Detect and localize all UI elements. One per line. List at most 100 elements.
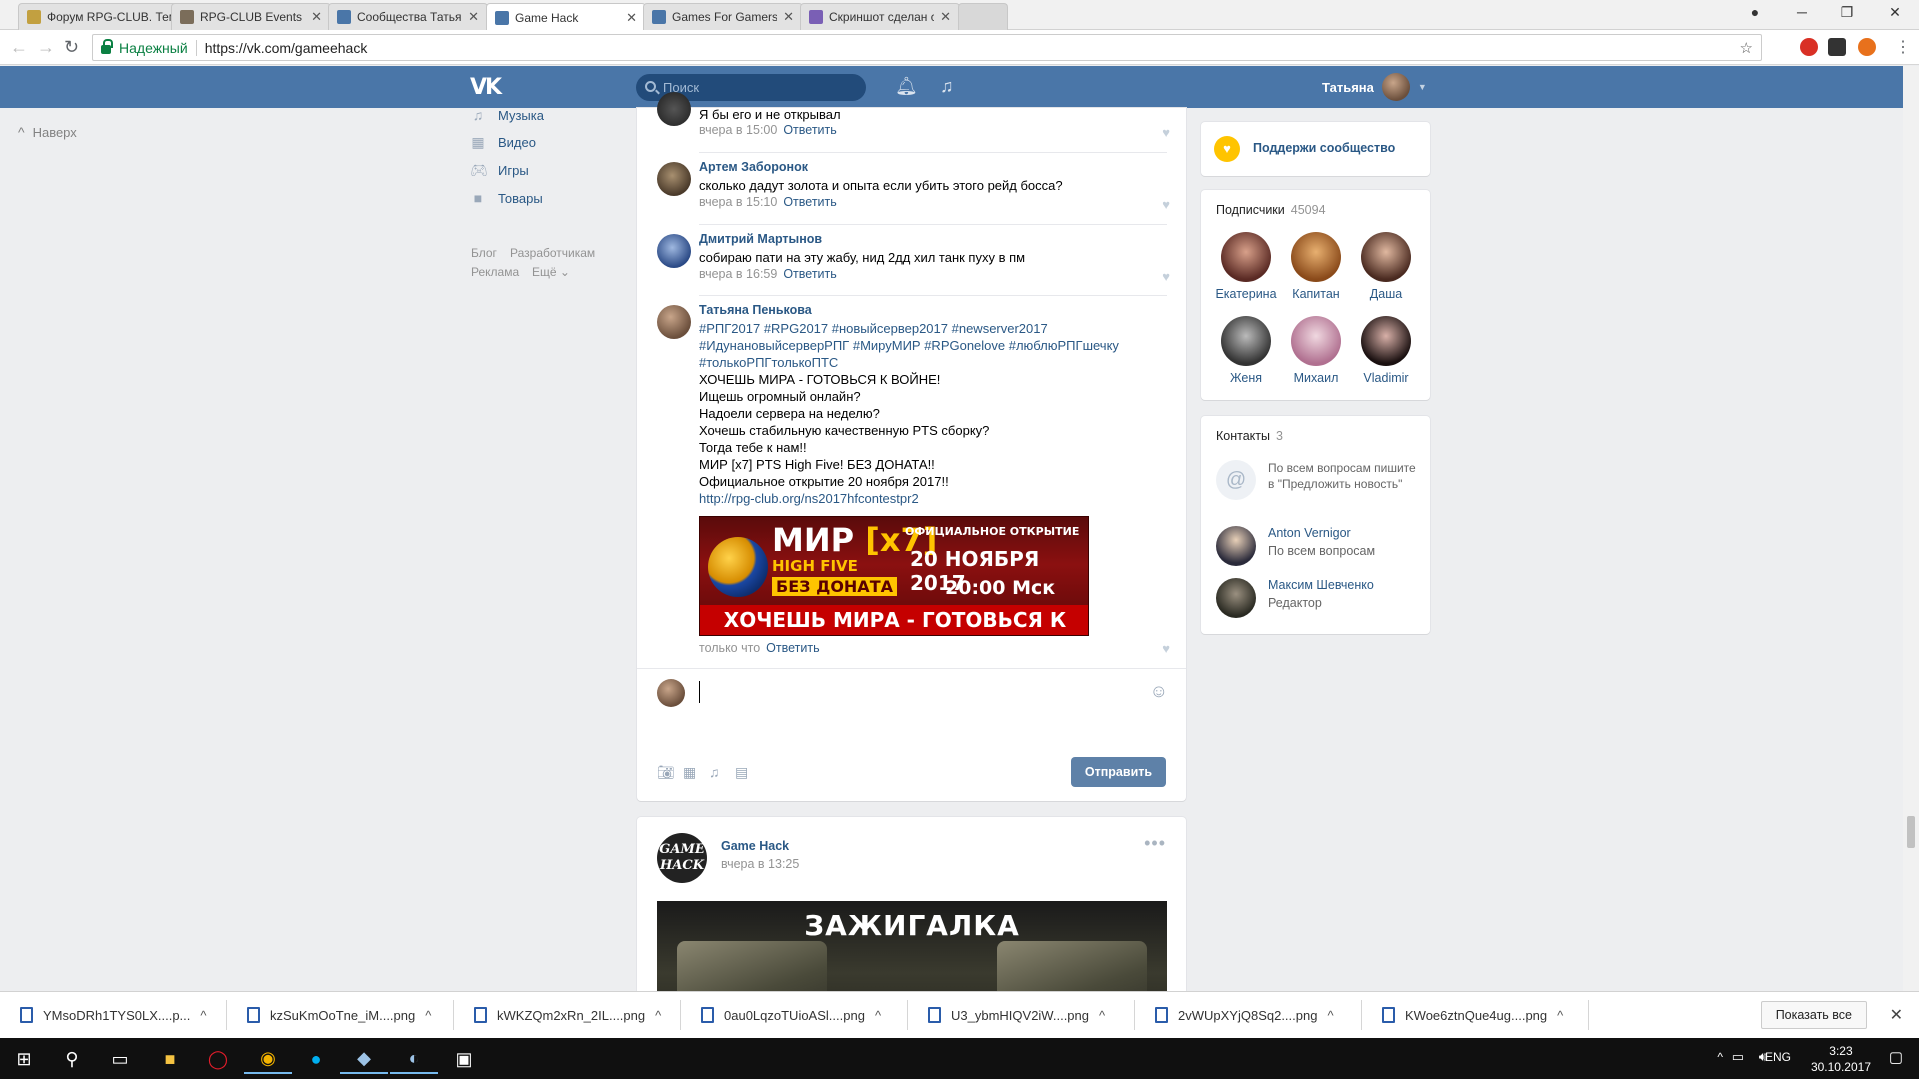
chevron-up-icon[interactable]: ^	[875, 1008, 881, 1023]
video-editor-icon[interactable]: ▣	[440, 1044, 488, 1074]
menu-dots-icon[interactable]: ⋮	[1895, 37, 1911, 57]
more-options-icon[interactable]: •••	[1144, 833, 1166, 854]
network-icon[interactable]: ▭	[1732, 1049, 1744, 1065]
members-header[interactable]: Подписчики 45094	[1216, 203, 1326, 217]
vk-logo-icon[interactable]: VK	[470, 75, 506, 100]
task-view-icon[interactable]: ▭	[96, 1044, 144, 1074]
music-attach-icon[interactable]: ♫	[709, 764, 720, 780]
like-heart-icon[interactable]: ♥	[1162, 269, 1170, 284]
comment-author[interactable]: Дмитрий Мартынов	[699, 232, 822, 246]
footer-link-more[interactable]: Ещё ⌄	[532, 265, 570, 279]
download-item[interactable]: 2vWUpXYjQ8Sq2....png ^	[1135, 1000, 1362, 1030]
emoji-icon[interactable]: ☺	[1150, 681, 1168, 702]
scrollbar-thumb[interactable]	[1907, 816, 1915, 848]
close-window-icon[interactable]: ✕	[1880, 4, 1910, 21]
member-item[interactable]: Vladimir	[1351, 316, 1421, 385]
camera-icon[interactable]: 📷︎	[657, 764, 675, 781]
contact-item[interactable]: @ По всем вопросам пишите в "Предложить …	[1216, 460, 1421, 510]
download-item[interactable]: kWKZQm2xRn_2IL....png ^	[454, 1000, 681, 1030]
hashtags-line-2[interactable]: #ИдунановыйсерверРПГ #МируМИР #RPGonelov…	[699, 337, 1119, 354]
download-item[interactable]: kzSuKmOoTne_iM....png ^	[227, 1000, 454, 1030]
comment-time[interactable]: вчера в 16:59	[699, 267, 777, 281]
nav-item-games[interactable]: 🎮︎ Игры	[470, 160, 529, 180]
post-time[interactable]: вчера в 13:25	[721, 857, 799, 871]
close-tab-icon[interactable]: ✕	[940, 9, 951, 25]
close-downloads-icon[interactable]: ✕	[1890, 1005, 1903, 1025]
chrome-icon[interactable]: ◉	[244, 1044, 292, 1074]
contacts-header[interactable]: Контакты 3	[1216, 429, 1283, 443]
chevron-up-icon[interactable]: ^	[1099, 1008, 1105, 1023]
opera-icon[interactable]: ◯	[194, 1044, 242, 1074]
footer-link-ads[interactable]: Реклама	[471, 265, 519, 279]
reply-link[interactable]: Ответить	[783, 195, 836, 209]
like-heart-icon[interactable]: ♥	[1162, 197, 1170, 212]
nav-item-video[interactable]: ▦ Видео	[470, 132, 536, 152]
show-all-downloads-button[interactable]: Показать все	[1760, 1001, 1867, 1029]
chevron-up-icon[interactable]: ^	[200, 1008, 206, 1023]
notifications-icon[interactable]: ▢	[1889, 1048, 1903, 1066]
download-item[interactable]: YMsoDRh1TYS0LX....p... ^	[0, 1000, 227, 1030]
member-item[interactable]: Женя	[1211, 316, 1281, 385]
promo-link[interactable]: http://rpg-club.org/ns2017hfcontestpr2	[699, 490, 919, 507]
member-item[interactable]: Екатерина	[1211, 232, 1281, 301]
bookmark-star-icon[interactable]: ☆	[1740, 39, 1753, 57]
contact-item[interactable]: Anton Vernigor По всем вопросам	[1216, 526, 1421, 570]
chevron-up-icon[interactable]: ^	[425, 1008, 431, 1023]
hashtags-line-3[interactable]: #толькоРПГтолькоПТС	[699, 354, 838, 371]
browser-tab-5[interactable]: Games For Gamers🔥 ✕	[643, 3, 803, 30]
reply-link[interactable]: Ответить	[783, 267, 836, 281]
post-author[interactable]: Game Hack	[721, 839, 789, 853]
comment-input[interactable]	[699, 681, 1139, 703]
language-indicator[interactable]: ENG	[1765, 1050, 1791, 1064]
download-item[interactable]: 0au0LqzoTUioASl....png ^	[681, 1000, 908, 1030]
download-item[interactable]: U3_ybmHIQV2iW....png ^	[908, 1000, 1135, 1030]
footer-link-developers[interactable]: Разработчикам	[510, 246, 595, 260]
document-attach-icon[interactable]: ▤	[735, 764, 748, 781]
skype-icon[interactable]: ●	[292, 1044, 340, 1074]
footer-link-blog[interactable]: Блог	[471, 246, 497, 260]
close-tab-icon[interactable]: ✕	[311, 9, 322, 25]
new-tab-button[interactable]	[958, 3, 1008, 30]
page-scrollbar[interactable]	[1903, 66, 1919, 991]
restore-icon[interactable]: ❐	[1832, 4, 1862, 21]
chevron-up-icon[interactable]: ^	[1327, 1008, 1333, 1023]
comment-avatar[interactable]	[657, 234, 691, 268]
member-item[interactable]: Капитан	[1281, 232, 1351, 301]
send-button[interactable]: Отправить	[1071, 757, 1166, 787]
chevron-up-icon[interactable]: ^	[655, 1008, 661, 1023]
search-icon[interactable]: ⚲	[48, 1044, 96, 1074]
community-avatar[interactable]: GAME HACK	[657, 833, 707, 883]
close-tab-icon[interactable]: ✕	[783, 9, 794, 25]
support-community-box[interactable]: ♥ Поддержи сообщество	[1201, 122, 1430, 176]
promo-banner-image[interactable]: МИР [x7] HIGH FIVE БЕЗ ДОНАТА ОФИЦИАЛЬНО…	[699, 516, 1089, 636]
comment-avatar[interactable]	[657, 92, 691, 126]
like-heart-icon[interactable]: ♥	[1162, 641, 1170, 656]
close-tab-icon[interactable]: ✕	[626, 10, 637, 26]
browser-tab-2[interactable]: RPG-CLUB Events Screen ✕	[171, 3, 331, 30]
tray-chevron-up-icon[interactable]: ^	[1717, 1050, 1723, 1064]
nav-item-music[interactable]: ♫ Музыка	[470, 105, 544, 125]
comment-time[interactable]: вчера в 15:00	[699, 123, 777, 137]
like-heart-icon[interactable]: ♥	[1162, 125, 1170, 140]
fire-extension-icon[interactable]	[1858, 38, 1876, 56]
browser-tab-6[interactable]: Скриншот сделан с пом ✕	[800, 3, 960, 30]
reply-link[interactable]: Ответить	[766, 641, 819, 655]
close-tab-icon[interactable]: ✕	[468, 9, 479, 25]
comment-avatar[interactable]	[657, 305, 691, 339]
steam-icon[interactable]: ◐	[390, 1044, 438, 1074]
browser-tab-3[interactable]: Сообщества Татьяны П ✕	[328, 3, 488, 30]
back-arrow-icon[interactable]: ←	[10, 37, 28, 58]
member-item[interactable]: Михаил	[1281, 316, 1351, 385]
windows-start-icon[interactable]: ⊞	[0, 1044, 48, 1074]
taskbar-clock[interactable]: 3:23 30.10.2017	[1811, 1043, 1871, 1075]
scroll-to-top-button[interactable]: ^ Наверх	[18, 124, 77, 140]
address-bar[interactable]: Надежный https://vk.com/gameehack ☆	[92, 34, 1762, 61]
user-menu[interactable]: Татьяна ▼	[1322, 66, 1427, 108]
nav-item-goods[interactable]: ■ Товары	[470, 188, 543, 208]
comment-time[interactable]: вчера в 15:10	[699, 195, 777, 209]
mail-extension-icon[interactable]	[1828, 38, 1846, 56]
reload-icon[interactable]: ↻	[64, 37, 79, 58]
video-attach-icon[interactable]: ▦	[683, 764, 696, 781]
screenshot-app-icon[interactable]: ◆	[340, 1044, 388, 1074]
member-item[interactable]: Даша	[1351, 232, 1421, 301]
